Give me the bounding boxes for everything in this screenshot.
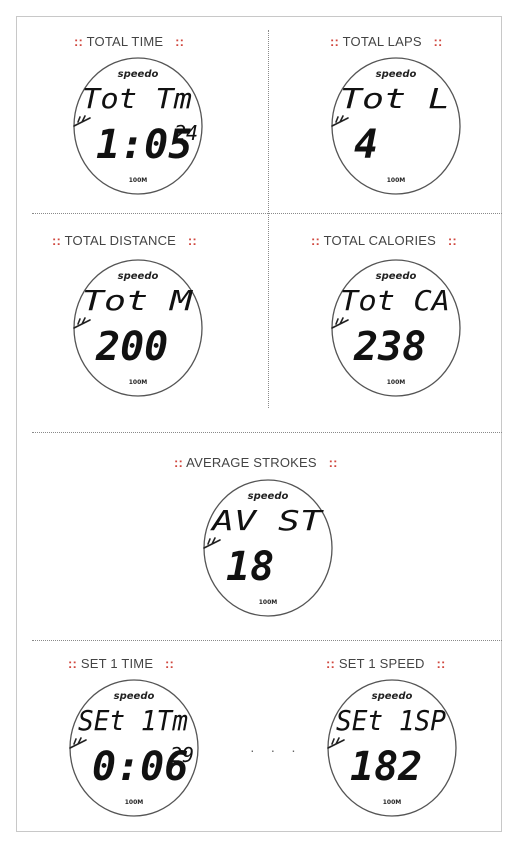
panel-label: :: TOTAL TIME ::: [74, 34, 184, 49]
panel-label: :: SET 1 TIME ::: [68, 656, 174, 671]
panel-title: TOTAL CALORIES: [323, 233, 437, 248]
watch-display: speedo Tot M 200 100M: [70, 258, 206, 398]
watch-display: speedo Tot L 4 100M: [328, 56, 464, 196]
marker-icon: ::: [328, 455, 338, 470]
panel-title: TOTAL TIME: [86, 34, 164, 49]
brand-logo: speedo: [118, 271, 159, 282]
marker-icon: ::: [433, 34, 443, 49]
panel-label: :: SET 1 SPEED ::: [326, 656, 446, 671]
brand-logo: speedo: [376, 69, 417, 80]
panel-label: :: TOTAL CALORIES ::: [311, 233, 457, 248]
marker-icon: ::: [174, 455, 184, 470]
watch-display: speedo Tot CA 238 100M: [328, 258, 464, 398]
footer-label: 100M: [387, 177, 406, 184]
marker-icon: ::: [165, 656, 175, 671]
display-line-1: Tot M: [82, 284, 193, 317]
display-line-1: AV ST: [209, 504, 324, 537]
display-line-2: 182: [350, 744, 422, 790]
continuation-ellipsis: · · ·: [250, 742, 302, 758]
display-seconds: 29: [170, 743, 194, 767]
marker-icon: ::: [68, 656, 78, 671]
brand-logo: speedo: [118, 69, 159, 80]
display-line-2: 200: [95, 324, 168, 370]
marker-icon: ::: [447, 233, 457, 248]
panel-title: TOTAL LAPS: [342, 34, 422, 49]
display-line-1: SEt 1SP: [336, 704, 446, 737]
footer-label: 100M: [129, 177, 148, 184]
marker-icon: ::: [330, 34, 340, 49]
panel-label: :: TOTAL DISTANCE ::: [52, 233, 197, 248]
vertical-divider: [268, 30, 269, 408]
watch-display: speedo Tot Tm 1:05 24 100M: [70, 56, 206, 196]
display-seconds: 24: [174, 121, 198, 145]
horizontal-divider: [32, 213, 502, 214]
panel-title: AVERAGE STROKES: [186, 455, 317, 470]
display-line-2: 238: [353, 324, 426, 370]
brand-logo: speedo: [376, 271, 417, 282]
watch-display: speedo SEt 1Tm 0:06 29 100M: [66, 678, 202, 818]
display-line-1: Tot Tm: [82, 82, 192, 115]
footer-label: 100M: [259, 599, 278, 606]
footer-label: 100M: [383, 799, 402, 806]
brand-logo: speedo: [114, 691, 155, 702]
marker-icon: ::: [175, 34, 185, 49]
display-line-2: 18: [226, 544, 274, 590]
horizontal-divider: [32, 640, 502, 641]
brand-logo: speedo: [372, 691, 413, 702]
marker-icon: ::: [74, 34, 84, 49]
panel-title: SET 1 SPEED: [338, 656, 425, 671]
marker-icon: ::: [326, 656, 336, 671]
marker-icon: ::: [52, 233, 62, 248]
panel-label: :: TOTAL LAPS ::: [330, 34, 443, 49]
display-line-1: Tot L: [340, 82, 450, 115]
marker-icon: ::: [187, 233, 197, 248]
footer-label: 100M: [129, 379, 148, 386]
watch-display: speedo SEt 1SP 182 100M: [324, 678, 460, 818]
display-line-1: SEt 1Tm: [78, 704, 188, 737]
footer-label: 100M: [387, 379, 406, 386]
marker-icon: ::: [436, 656, 446, 671]
horizontal-divider: [32, 432, 502, 433]
panel-title: SET 1 TIME: [80, 656, 154, 671]
footer-label: 100M: [125, 799, 144, 806]
brand-logo: speedo: [248, 491, 289, 502]
display-line-2: 4: [354, 122, 378, 168]
marker-icon: ::: [311, 233, 321, 248]
panel-title: TOTAL DISTANCE: [64, 233, 177, 248]
panel-label: :: AVERAGE STROKES ::: [174, 455, 338, 470]
display-line-1: Tot CA: [340, 284, 450, 317]
watch-display: speedo AV ST 18 100M: [200, 478, 336, 618]
